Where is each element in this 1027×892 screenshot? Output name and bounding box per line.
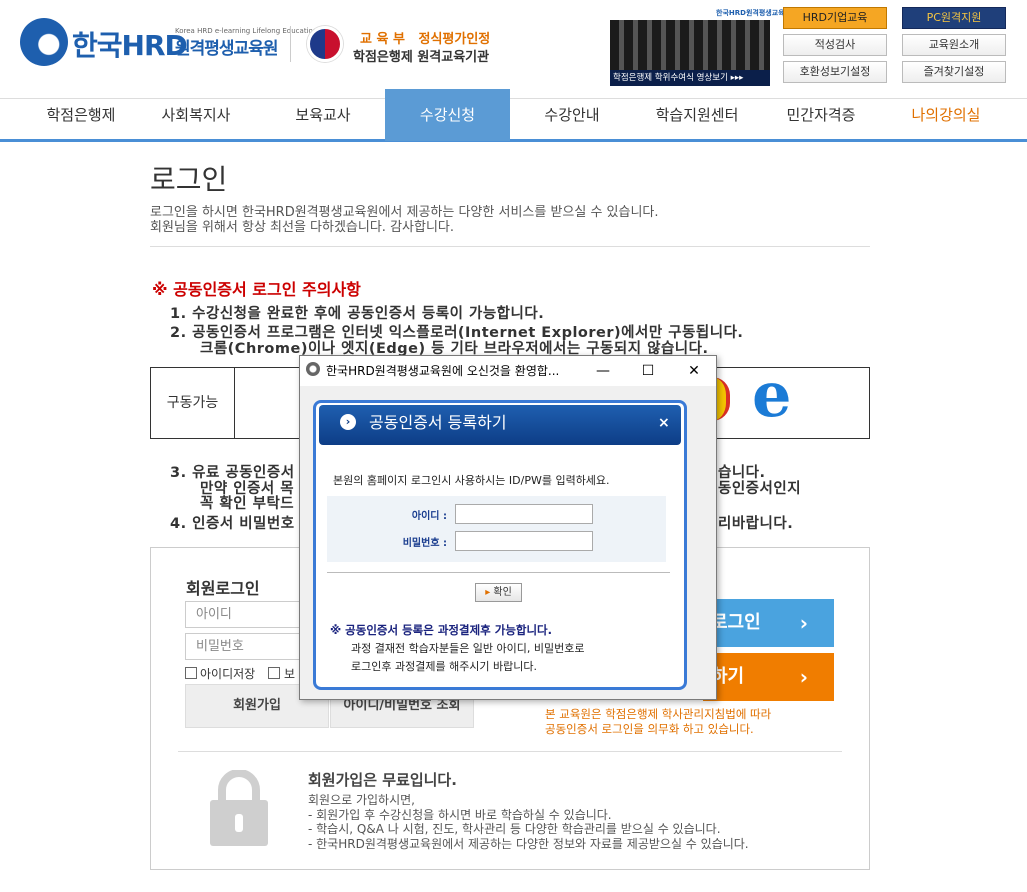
nav-learning-support[interactable]: 학습지원센터 xyxy=(636,99,758,140)
dialog-title: 공동인증서 등록하기 xyxy=(319,405,681,445)
nav-credit-bank[interactable]: 학점은행제 xyxy=(20,99,142,140)
header-divider xyxy=(290,26,291,62)
save-pw-checkbox[interactable] xyxy=(268,667,280,679)
logo-text[interactable]: 한국HRD xyxy=(72,24,188,64)
notice-3b-end: 동인증서인지 xyxy=(718,481,802,497)
chevron-right-icon: › xyxy=(799,665,808,689)
save-id-label: 아이디저장 xyxy=(200,667,256,681)
dialog-divider xyxy=(327,572,670,573)
notice-4-end: 리바랍니다. xyxy=(718,516,794,532)
divider xyxy=(150,246,870,247)
dialog-ok-button[interactable]: ▸ 확인 xyxy=(475,583,522,602)
lock-icon xyxy=(210,770,268,846)
government-emblem-icon xyxy=(307,26,343,62)
dialog-id-label: 아이디 : xyxy=(411,511,447,522)
compatibility-button[interactable]: 호환성보기설정 xyxy=(783,61,887,83)
maximize-button[interactable]: ☐ xyxy=(628,356,668,386)
minimize-button[interactable]: — xyxy=(583,356,623,386)
banner-logo: 한국HRD원격평생교육원 xyxy=(716,9,792,17)
aptitude-test-button[interactable]: 적성검사 xyxy=(783,34,887,56)
nav-enrollment[interactable]: 수강신청 xyxy=(385,89,510,141)
browser-support-label: 구동가능 xyxy=(151,368,235,438)
graduation-video-banner[interactable]: 학점은행제 학위수여식 영상보기 ▸▸▸ xyxy=(610,20,770,86)
notice-title: ※ 공동인증서 로그인 주의사항 xyxy=(152,280,361,299)
window-close-button[interactable]: ✕ xyxy=(674,356,714,386)
dialog-pw-label: 비밀번호 : xyxy=(402,538,447,549)
institute-intro-button[interactable]: 교육원소개 xyxy=(902,34,1006,56)
nav-my-classroom[interactable]: 나의강의실 xyxy=(885,99,1007,140)
banner-caption: 학점은행제 학위수여식 영상보기 ▸▸▸ xyxy=(610,70,770,86)
page-title: 로그인 xyxy=(150,163,228,196)
corp-education-button[interactable]: HRD기업교육 xyxy=(783,7,887,29)
notice-4: 4. 인증서 비밀번호 xyxy=(170,516,295,532)
edge-icon: e xyxy=(752,358,792,431)
cert-login-button[interactable]: 로그인 › xyxy=(703,599,834,647)
moe-accreditation: 교 육 부 정식평가인정 xyxy=(360,32,491,47)
dialog-note-title: ※ 공동인증서 등록은 과정결제후 가능합니다. xyxy=(330,623,553,637)
nav-course-guide[interactable]: 수강안내 xyxy=(511,99,633,140)
dialog-pw-input[interactable] xyxy=(455,531,593,551)
window-icon xyxy=(306,362,320,376)
nav-childcare-teacher[interactable]: 보육교사 xyxy=(262,99,384,140)
cert-note-1: 본 교육원은 학점은행제 학사관리지침법에 따라 xyxy=(545,707,772,721)
arrow-right-icon: › xyxy=(340,414,356,430)
dialog-note-line-1: 과정 결재전 학습자분들은 일반 아이디, 비밀번호로 xyxy=(351,642,585,655)
intro-line-2: 회원님을 위해서 항상 최선을 다하겠습니다. 감사합니다. xyxy=(150,220,455,235)
notice-3c: 꼭 확인 부탁드 xyxy=(200,496,295,512)
chevron-right-icon: › xyxy=(799,611,808,635)
moe-institution: 학점은행제 원격교육기관 xyxy=(353,50,490,65)
cert-login-label: 로그인 xyxy=(711,612,761,633)
save-id-checkbox[interactable] xyxy=(185,667,197,679)
save-pw-label: 보 xyxy=(284,667,296,681)
logo-emblem-icon[interactable] xyxy=(20,18,68,66)
ok-label: 확인 xyxy=(493,587,512,598)
logo-name[interactable]: 원격평생교육원 xyxy=(175,34,278,59)
dialog-close-button[interactable]: × xyxy=(658,415,670,431)
nav-private-certificate[interactable]: 민간자격증 xyxy=(760,99,882,140)
favorite-button[interactable]: 즐겨찾기설정 xyxy=(902,61,1006,83)
dialog-instruction: 본원의 홈페이지 로그인시 사용하시는 ID/PW를 입력하세요. xyxy=(333,474,610,487)
notice-1: 1. 수강신청을 완료한 후에 공동인증서 등록이 가능합니다. xyxy=(170,306,545,322)
graduation-photo xyxy=(610,20,770,70)
cert-register-button[interactable]: 하기 › xyxy=(703,653,834,701)
pc-remote-button[interactable]: PC원격지원 xyxy=(902,7,1006,29)
ok-arrow-icon: ▸ xyxy=(485,587,491,598)
nav-social-worker[interactable]: 사회복지사 xyxy=(135,99,257,140)
dialog-id-input[interactable] xyxy=(455,504,593,524)
cert-note-2: 공동인증서 로그인을 의무화 하고 있습니다. xyxy=(545,722,754,736)
login-divider xyxy=(178,751,842,752)
free-join-title: 회원가입은 무료입니다. xyxy=(308,771,457,789)
dialog-note-line-2: 로그인후 과정결제를 해주시기 바랍니다. xyxy=(351,660,538,673)
member-login-title: 회원로그인 xyxy=(186,579,260,598)
free-join-line-4: - 한국HRD원격평생교육원에서 제공하는 다양한 정보와 자료를 제공받으실 … xyxy=(308,837,749,851)
